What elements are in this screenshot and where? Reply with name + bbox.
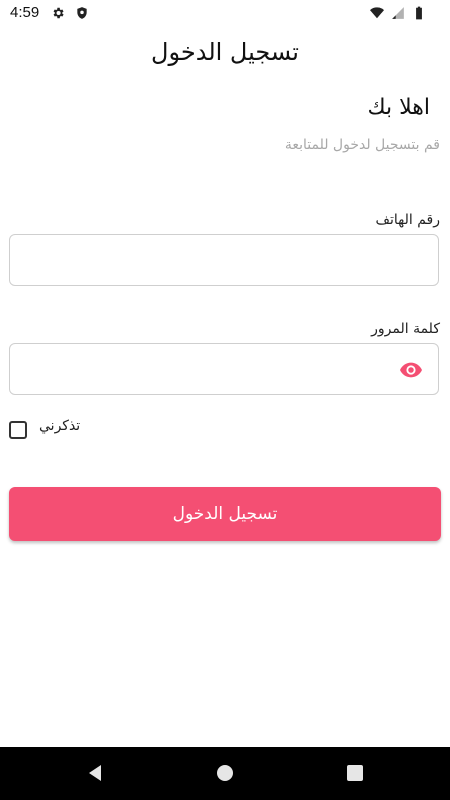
password-input[interactable] xyxy=(10,344,438,394)
recents-icon[interactable] xyxy=(345,763,365,783)
login-button[interactable]: تسجيل الدخول xyxy=(9,487,441,541)
status-time: 4:59 xyxy=(10,4,40,21)
welcome-title: اهلا بك xyxy=(367,95,431,120)
password-field-container xyxy=(9,343,439,395)
home-icon[interactable] xyxy=(215,763,235,783)
status-bar: 4:59 xyxy=(0,0,450,26)
welcome-subtitle: قم بتسجيل لدخول للمتابعة xyxy=(284,137,440,153)
phone-input[interactable] xyxy=(10,235,438,285)
remember-checkbox[interactable] xyxy=(9,421,27,439)
page-title: تسجيل الدخول xyxy=(151,38,299,66)
wifi-icon xyxy=(370,7,384,19)
shield-icon xyxy=(77,7,87,19)
navigation-bar xyxy=(0,747,450,800)
phone-field-container xyxy=(9,234,439,286)
password-label: كلمة المرور xyxy=(371,321,440,337)
phone-label: رقم الهاتف xyxy=(375,212,440,228)
back-icon[interactable] xyxy=(85,763,105,783)
gear-icon xyxy=(53,7,64,19)
battery-icon xyxy=(416,6,422,20)
eye-icon[interactable] xyxy=(400,361,422,379)
remember-label[interactable]: تذكرني xyxy=(39,418,80,434)
signal-icon xyxy=(392,7,404,19)
